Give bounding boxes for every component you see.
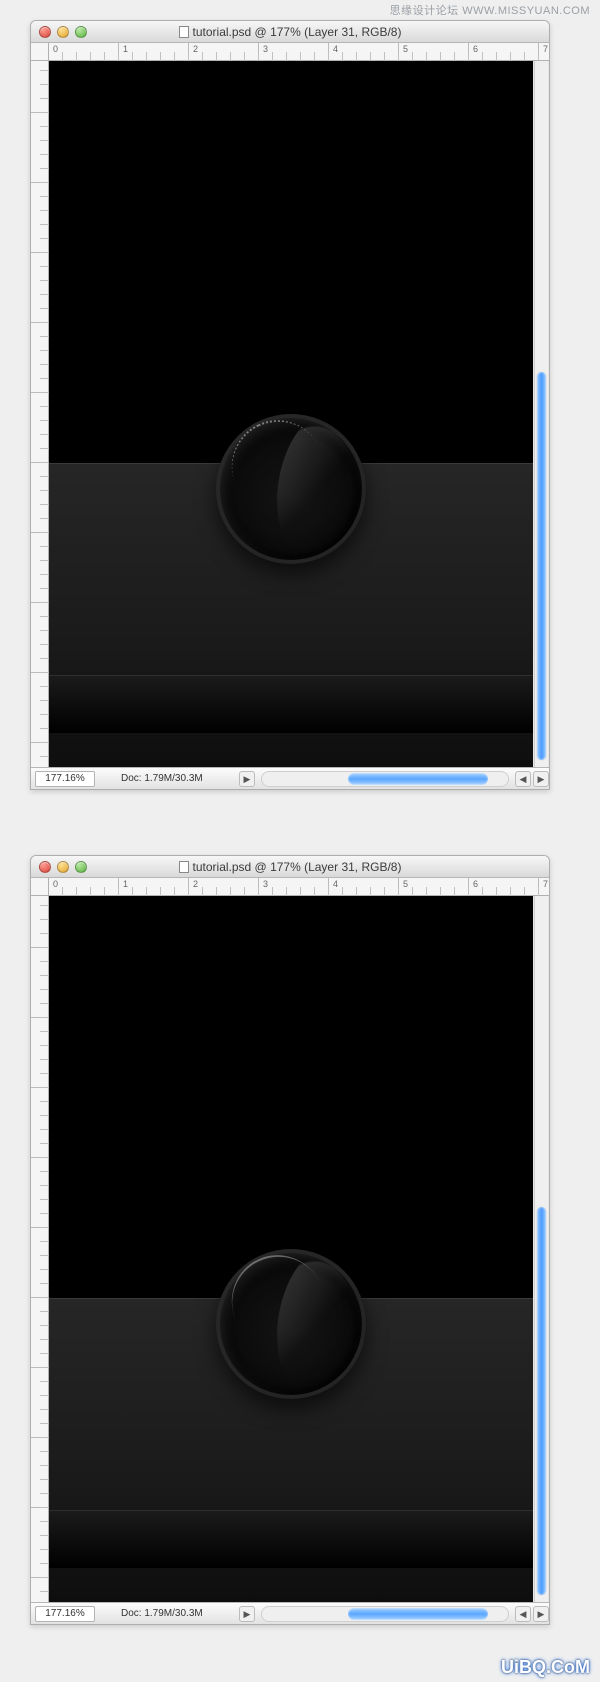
ruler-tick: 1	[123, 44, 128, 54]
zoom-button[interactable]	[75, 26, 87, 38]
titlebar: tutorial.psd @ 177% (Layer 31, RGB/8)	[31, 856, 549, 878]
close-button[interactable]	[39, 861, 51, 873]
ruler-tick: 3	[263, 879, 268, 889]
window-title-text: tutorial.psd @ 177% (Layer 31, RGB/8)	[193, 860, 402, 874]
scroll-right-icon[interactable]: ▶	[533, 771, 549, 787]
window-title: tutorial.psd @ 177% (Layer 31, RGB/8)	[31, 860, 549, 874]
scroll-play-icon[interactable]: ▶	[239, 1606, 255, 1622]
window-controls	[31, 861, 87, 873]
scroll-left-icon[interactable]: ◀	[515, 771, 531, 787]
document-icon	[179, 861, 189, 873]
watermark-bottom: UiBQ.CoM	[501, 1657, 590, 1678]
ruler-corner	[31, 43, 49, 61]
ruler-horizontal[interactable]: 0 1 2 3 4 5 6 7	[49, 43, 549, 61]
scroll-play-icon[interactable]: ▶	[239, 771, 255, 787]
ruler-tick: 7	[543, 879, 548, 889]
canvas[interactable]	[49, 896, 533, 1602]
ruler-tick: 5	[403, 44, 408, 54]
floor-strip	[49, 1510, 533, 1568]
vertical-scrollbar[interactable]	[534, 61, 548, 767]
ruler-corner	[31, 878, 49, 896]
scroll-left-icon[interactable]: ◀	[515, 1606, 531, 1622]
document-icon	[179, 26, 189, 38]
status-bar: 177.16% Doc: 1.79M/30.3M ▶ ◀ ▶	[31, 1602, 549, 1624]
ruler-vertical[interactable]	[31, 43, 49, 767]
vertical-scrollbar[interactable]	[534, 896, 548, 1602]
glass-orb	[216, 1249, 366, 1399]
horizontal-scrollbar[interactable]	[261, 1606, 509, 1622]
titlebar: tutorial.psd @ 177% (Layer 31, RGB/8)	[31, 21, 549, 43]
window-controls	[31, 26, 87, 38]
doc-info: Doc: 1.79M/30.3M	[121, 773, 203, 784]
photoshop-window: tutorial.psd @ 177% (Layer 31, RGB/8) 0 …	[30, 855, 550, 1625]
ruler-tick: 4	[333, 44, 338, 54]
ruler-tick: 1	[123, 879, 128, 889]
ruler-tick: 0	[53, 879, 58, 889]
ruler-tick: 2	[193, 879, 198, 889]
window-title: tutorial.psd @ 177% (Layer 31, RGB/8)	[31, 25, 549, 39]
ruler-vertical[interactable]	[31, 878, 49, 1602]
ruler-tick: 6	[473, 44, 478, 54]
ruler-tick: 2	[193, 44, 198, 54]
ruler-tick: 7	[543, 44, 548, 54]
glass-orb	[216, 414, 366, 564]
ruler-horizontal[interactable]: 0 1 2 3 4 5 6 7	[49, 878, 549, 896]
close-button[interactable]	[39, 26, 51, 38]
window-title-text: tutorial.psd @ 177% (Layer 31, RGB/8)	[193, 25, 402, 39]
doc-info: Doc: 1.79M/30.3M	[121, 1608, 203, 1619]
horizontal-scroll-thumb[interactable]	[348, 1608, 488, 1620]
zoom-button[interactable]	[75, 861, 87, 873]
scroll-right-icon[interactable]: ▶	[533, 1606, 549, 1622]
minimize-button[interactable]	[57, 26, 69, 38]
ruler-tick: 3	[263, 44, 268, 54]
horizontal-scrollbar[interactable]	[261, 771, 509, 787]
zoom-field[interactable]: 177.16%	[35, 1606, 95, 1622]
ruler-tick: 6	[473, 879, 478, 889]
status-bar: 177.16% Doc: 1.79M/30.3M ▶ ◀ ▶	[31, 767, 549, 789]
watermark-top: 思缘设计论坛 WWW.MISSYUAN.COM	[390, 2, 590, 18]
horizontal-scroll-thumb[interactable]	[348, 773, 488, 785]
vertical-scroll-thumb[interactable]	[537, 372, 546, 760]
minimize-button[interactable]	[57, 861, 69, 873]
vertical-scroll-thumb[interactable]	[537, 1207, 546, 1595]
zoom-field[interactable]: 177.16%	[35, 771, 95, 787]
floor-strip	[49, 675, 533, 733]
ruler-tick: 5	[403, 879, 408, 889]
photoshop-window: tutorial.psd @ 177% (Layer 31, RGB/8) 0 …	[30, 20, 550, 790]
ruler-tick: 4	[333, 879, 338, 889]
ruler-tick: 0	[53, 44, 58, 54]
canvas[interactable]	[49, 61, 533, 767]
